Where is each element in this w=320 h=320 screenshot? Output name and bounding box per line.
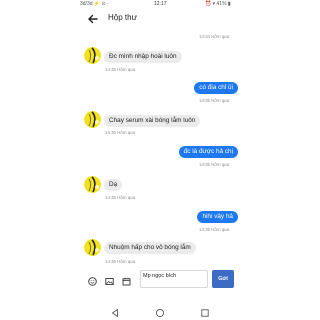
avatar[interactable] xyxy=(84,239,101,256)
incoming-message: Đc mình nhập hoài luôn xyxy=(104,51,182,63)
timestamp: 14:34 Hôm qua xyxy=(199,34,230,39)
outgoing-message: có địa chỉ ủi xyxy=(194,82,238,94)
avatar[interactable] xyxy=(84,176,101,193)
message-composer: Mp ngọc bích Gửi xyxy=(80,268,240,288)
nav-back-icon[interactable] xyxy=(110,305,120,317)
timestamp: 14:35 Hôm qua xyxy=(105,195,136,200)
timestamp: 14:35 Hôm qua xyxy=(105,130,136,135)
incoming-message: Dạ xyxy=(104,179,123,191)
nav-home-icon[interactable] xyxy=(155,305,165,318)
timestamp: 14:35 Hôm qua xyxy=(199,162,230,167)
back-arrow-icon[interactable] xyxy=(87,12,99,24)
emoji-icon[interactable] xyxy=(88,273,97,286)
app-header: Hộp thư xyxy=(80,9,240,27)
calendar-icon[interactable] xyxy=(122,273,131,286)
nav-recents-icon[interactable] xyxy=(200,305,210,317)
status-signal: 3d/3d ⚡ ⊙ · xyxy=(80,1,109,7)
timestamp: 14:35 Hôm qua xyxy=(105,67,136,72)
message-input[interactable]: Mp ngọc bích xyxy=(140,270,208,288)
timestamp: 14:35 Hôm qua xyxy=(199,227,230,232)
avatar[interactable] xyxy=(84,111,101,128)
timestamp: 14:36 Hôm qua xyxy=(105,259,136,264)
timestamp: 14:35 Hôm qua xyxy=(199,98,230,103)
incoming-message: Nhuộm hấp cho vô bóng lắm xyxy=(104,242,196,254)
status-bar: 3d/3d ⚡ ⊙ · 12:17 ⏰ ▾ 41% ▮ xyxy=(0,0,320,9)
system-nav-bar xyxy=(0,300,320,320)
incoming-message: Chay serum xài bóng lắm luôn xyxy=(104,115,201,127)
image-icon[interactable] xyxy=(105,273,114,285)
outgoing-message: đc là được hả chị xyxy=(178,146,238,158)
message-list[interactable]: 14:34 Hôm qua Đc mình nhập hoài luôn 14:… xyxy=(80,27,240,290)
avatar[interactable] xyxy=(84,47,101,64)
outgoing-message: hihi vậy hả xyxy=(197,211,238,223)
status-time: 12:17 xyxy=(154,1,167,7)
status-battery: ⏰ ▾ 41% ▮ xyxy=(205,1,231,7)
send-button[interactable]: Gửi xyxy=(212,270,234,288)
page-title: Hộp thư xyxy=(108,13,137,22)
